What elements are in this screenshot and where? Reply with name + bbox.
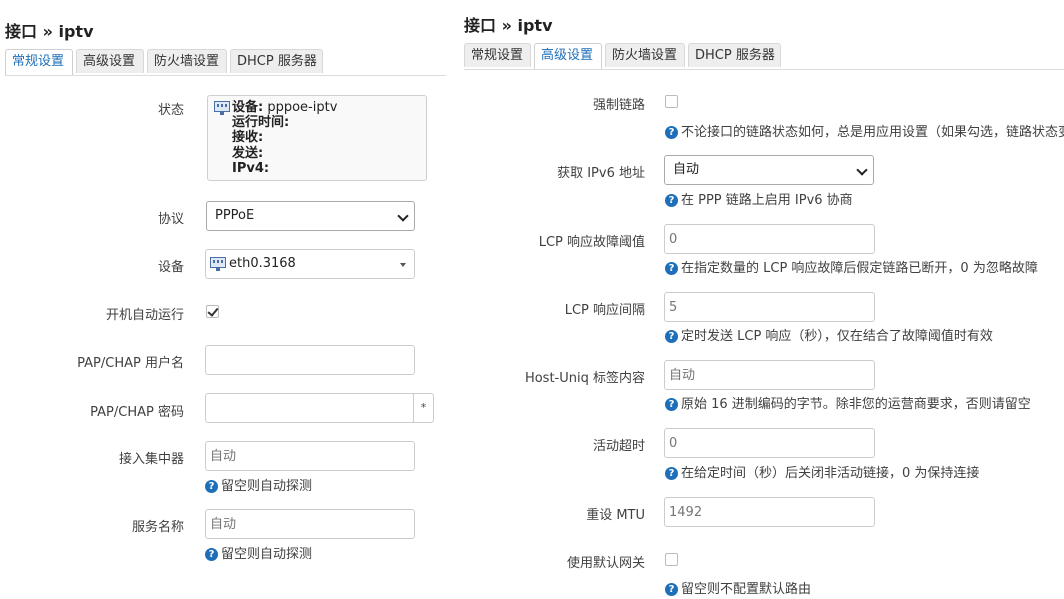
- tab-bar: 常规设置 高级设置 防火墙设置 DHCP 服务器: [5, 49, 446, 76]
- status-device-label: 设备:: [232, 100, 264, 115]
- status-box: 设备: pppoe-iptv 运行时间: 接收: 发送: IPv4:: [207, 95, 427, 181]
- idle-label: 活动超时: [592, 439, 645, 454]
- status-tx-label: 发送:: [232, 146, 264, 161]
- host-uniq-hint-text: 原始 16 进制编码的字节。除非您的运营商要求，否则请留空: [681, 397, 1031, 412]
- lcp-fail-label: LCP 响应故障阈值: [538, 235, 645, 250]
- host-uniq-hint: ? 原始 16 进制编码的字节。除非您的运营商要求，否则请留空: [665, 393, 1031, 412]
- service-hint: ? 留空则自动探测: [205, 543, 312, 562]
- device-select[interactable]: eth0.3168: [205, 249, 415, 279]
- service-label: 服务名称: [131, 520, 184, 535]
- mtu-label: 重设 MTU: [586, 508, 645, 523]
- network-port-icon: [214, 101, 230, 115]
- reveal-password-button[interactable]: *: [414, 393, 434, 423]
- status-label: 状态: [157, 103, 184, 118]
- tab-advanced[interactable]: 高级设置: [534, 43, 602, 69]
- default-gw-checkbox[interactable]: [665, 553, 678, 566]
- ipv6-value: 自动: [673, 162, 700, 177]
- autostart-label: 开机自动运行: [105, 308, 184, 323]
- ipv6-select[interactable]: 自动: [664, 155, 874, 185]
- question-circle-icon: ?: [205, 480, 218, 493]
- username-input[interactable]: [205, 345, 415, 375]
- service-hint-text: 留空则自动探测: [221, 547, 313, 562]
- default-gw-label: 使用默认网关: [566, 556, 645, 571]
- username-label: PAP/CHAP 用户名: [77, 356, 184, 371]
- lcp-interval-hint-text: 定时发送 LCP 响应（秒），仅在结合了故障阈值时有效: [681, 329, 993, 344]
- question-circle-icon: ?: [665, 583, 678, 596]
- protocol-select[interactable]: PPPoE: [206, 201, 415, 231]
- protocol-label: 协议: [157, 212, 184, 227]
- ac-hint: ? 留空则自动探测: [205, 475, 312, 494]
- lcp-fail-hint: ? 在指定数量的 LCP 响应故障后假定链路已断开，0 为忽略故障: [665, 257, 1038, 276]
- lcp-interval-hint: ? 定时发送 LCP 响应（秒），仅在结合了故障阈值时有效: [665, 325, 993, 344]
- status-device-value: pppoe-iptv: [267, 100, 338, 115]
- lcp-fail-input[interactable]: [664, 224, 875, 254]
- tab-general[interactable]: 常规设置: [5, 49, 73, 75]
- ac-label: 接入集中器: [118, 452, 184, 467]
- left-panel: 接口 » iptv 常规设置 高级设置 防火墙设置 DHCP 服务器 状态 设备…: [0, 0, 446, 599]
- ac-hint-text: 留空则自动探测: [221, 479, 313, 494]
- ac-input[interactable]: [205, 441, 415, 471]
- ipv6-label: 获取 IPv6 地址: [557, 166, 645, 181]
- status-ipv4: IPv4:: [232, 161, 269, 176]
- force-link-checkbox[interactable]: [665, 95, 678, 108]
- status-uptime: 运行时间:: [232, 115, 289, 130]
- idle-hint: ? 在给定时间（秒）后关闭非活动链接，0 为保持连接: [665, 462, 979, 481]
- question-circle-icon: ?: [665, 398, 678, 411]
- tab-firewall[interactable]: 防火墙设置: [605, 43, 685, 67]
- status-uptime-label: 运行时间:: [232, 115, 290, 130]
- ipv6-hint-text: 在 PPP 链路上启用 IPv6 协商: [681, 193, 853, 208]
- service-input[interactable]: [205, 509, 415, 539]
- question-circle-icon: ?: [665, 126, 678, 139]
- default-gw-hint-text: 留空则不配置默认路由: [681, 582, 812, 597]
- network-port-icon: [210, 257, 226, 271]
- status-rx-label: 接收:: [232, 130, 264, 145]
- force-link-label: 强制链路: [592, 98, 645, 113]
- status-device-line: 设备: pppoe-iptv: [232, 100, 337, 115]
- question-circle-icon: ?: [665, 194, 678, 207]
- host-uniq-input[interactable]: [664, 360, 875, 390]
- lcp-interval-input[interactable]: [664, 292, 875, 322]
- status-ipv4-label: IPv4:: [232, 161, 270, 176]
- autostart-checkbox[interactable]: [206, 305, 219, 318]
- right-panel: 接口 » iptv 常规设置 高级设置 防火墙设置 DHCP 服务器 强制链路 …: [458, 0, 1064, 599]
- force-link-hint-text: 不论接口的链路状态如何，总是用应用设置（如果勾选，链路状态变: [681, 125, 1064, 140]
- mtu-input[interactable]: [664, 497, 875, 527]
- tab-dhcp[interactable]: DHCP 服务器: [230, 49, 323, 73]
- tab-dhcp[interactable]: DHCP 服务器: [688, 43, 781, 67]
- tab-advanced[interactable]: 高级设置: [76, 49, 144, 73]
- dropdown-arrow-icon: [400, 263, 406, 267]
- question-circle-icon: ?: [665, 330, 678, 343]
- force-link-hint: ? 不论接口的链路状态如何，总是用应用设置（如果勾选，链路状态变: [665, 121, 1064, 140]
- status-tx: 发送:: [232, 146, 263, 161]
- ipv6-hint: ? 在 PPP 链路上启用 IPv6 协商: [665, 189, 853, 208]
- page-title: 接口 » iptv: [464, 16, 553, 35]
- question-circle-icon: ?: [205, 548, 218, 561]
- tab-firewall[interactable]: 防火墙设置: [147, 49, 227, 73]
- protocol-value: PPPoE: [215, 208, 255, 223]
- idle-hint-text: 在给定时间（秒）后关闭非活动链接，0 为保持连接: [681, 466, 980, 481]
- password-input[interactable]: [205, 393, 414, 423]
- chevron-down-icon: [397, 210, 409, 222]
- host-uniq-label: Host-Uniq 标签内容: [524, 371, 645, 386]
- status-rx: 接收:: [232, 130, 263, 145]
- idle-input[interactable]: [664, 428, 875, 458]
- lcp-fail-hint-text: 在指定数量的 LCP 响应故障后假定链路已断开，0 为忽略故障: [681, 261, 1038, 276]
- tab-bar: 常规设置 高级设置 防火墙设置 DHCP 服务器: [464, 43, 1064, 70]
- question-circle-icon: ?: [665, 467, 678, 480]
- password-label: PAP/CHAP 密码: [90, 405, 184, 420]
- device-value: eth0.3168: [229, 256, 296, 271]
- default-gw-hint: ? 留空则不配置默认路由: [665, 578, 811, 597]
- page-title: 接口 » iptv: [5, 22, 94, 41]
- device-label: 设备: [157, 260, 184, 275]
- chevron-down-icon: [856, 164, 868, 176]
- tab-general[interactable]: 常规设置: [464, 43, 531, 67]
- question-circle-icon: ?: [665, 262, 678, 275]
- lcp-interval-label: LCP 响应间隔: [564, 303, 645, 318]
